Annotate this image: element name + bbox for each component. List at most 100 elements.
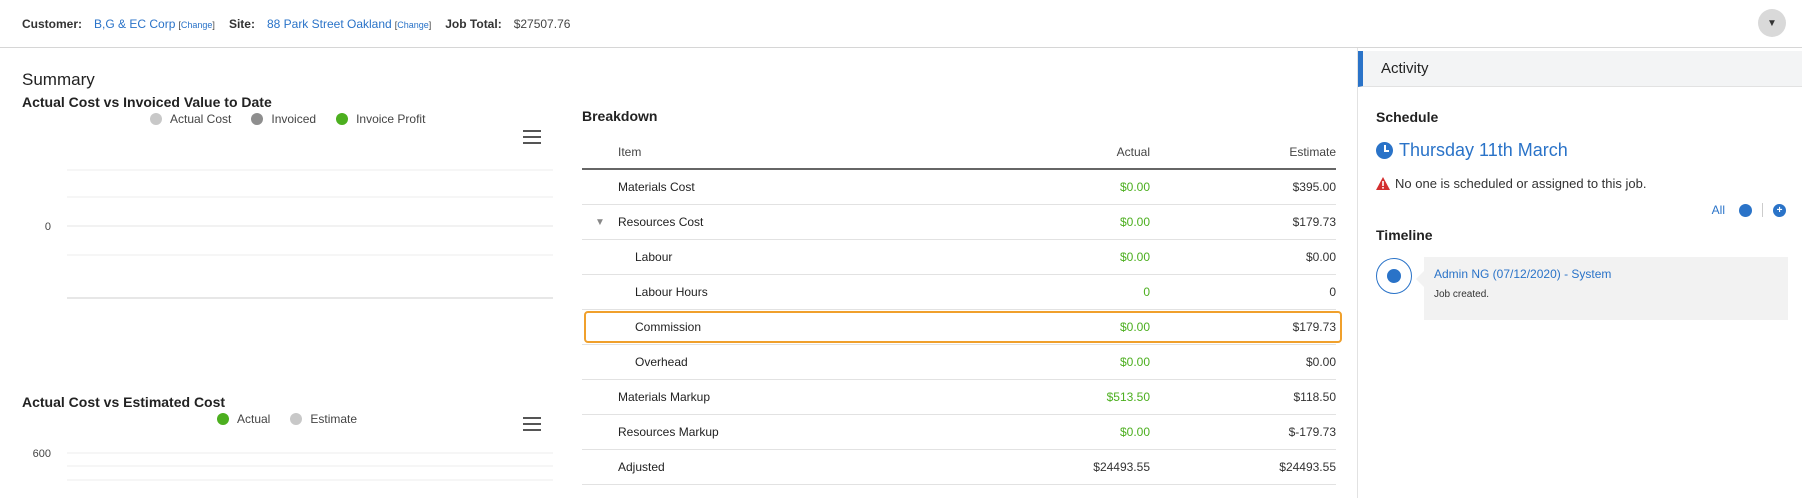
legend-dot-icon: [217, 413, 229, 425]
site-link[interactable]: 88 Park Street Oakland: [267, 17, 392, 31]
chart2-legend: Actual Estimate: [217, 412, 377, 426]
chart1-legend-item[interactable]: Actual Cost: [150, 112, 231, 126]
timeline-controls: All +: [1712, 203, 1786, 217]
chart1-legend-item[interactable]: Invoice Profit: [336, 112, 425, 126]
customer-link[interactable]: B,G & EC Corp: [94, 17, 175, 31]
breakdown-row[interactable]: Adjusted $24493.55 $24493.55: [582, 450, 1336, 485]
row-actual: $0.00: [1119, 250, 1150, 264]
row-estimate: $179.73: [1292, 215, 1336, 229]
chart1-legend: Actual Cost Invoiced Invoice Profit: [150, 112, 445, 126]
legend-dot-icon: [251, 113, 264, 125]
breakdown-row[interactable]: Materials Markup $513.50 $118.50: [582, 380, 1336, 415]
row-item: Commission: [635, 320, 702, 334]
schedule-warning-text: No one is scheduled or assigned to this …: [1395, 176, 1647, 191]
schedule-title: Schedule: [1376, 109, 1439, 125]
row-estimate: $-179.73: [1288, 425, 1336, 439]
header-estimate: Estimate: [1289, 145, 1336, 159]
header-item: Item: [618, 145, 642, 159]
customer-change-link[interactable]: Change: [181, 20, 213, 30]
breakdown-row[interactable]: Labour Hours 0 0: [582, 275, 1336, 310]
row-item: Resources Cost: [618, 215, 704, 229]
row-actual: $24493.55: [1093, 460, 1150, 474]
legend-label: Actual Cost: [170, 112, 232, 126]
row-actual: $513.50: [1106, 390, 1150, 404]
row-estimate: $118.50: [1293, 390, 1337, 404]
breakdown-row[interactable]: Labour $0.00 $0.00: [582, 240, 1336, 275]
chart2-legend-item[interactable]: Estimate: [290, 412, 357, 426]
row-actual: $0.00: [1119, 180, 1150, 194]
warning-icon: [1376, 177, 1390, 190]
row-actual: 0: [1143, 285, 1150, 299]
row-estimate: $0.00: [1305, 250, 1336, 264]
timeline-entry-icon: [1376, 258, 1412, 294]
row-estimate: $24493.55: [1279, 460, 1336, 474]
site-group: Site: 88 Park Street Oakland [Change]: [229, 17, 431, 31]
row-estimate: $395.00: [1292, 180, 1336, 194]
chart1-y-tick: 0: [45, 221, 51, 233]
legend-label: Estimate: [310, 412, 358, 426]
chart2-legend-item[interactable]: Actual: [217, 412, 270, 426]
summary-title: Summary: [22, 70, 95, 89]
breakdown-table: Item Actual Estimate Materials Cost $0.00…: [582, 136, 1342, 485]
job-header-bar: Customer: B,G & EC Corp [Change] Site: 8…: [0, 0, 1802, 48]
job-total-label: Job Total:: [445, 16, 502, 31]
chart2-plot: 600: [33, 448, 553, 481]
customer-change: [Change]: [178, 19, 215, 30]
legend-dot-icon: [290, 413, 303, 425]
row-actual: $0.00: [1119, 320, 1150, 334]
activity-panel: Activity Schedule Thursday 11th March No…: [1357, 48, 1802, 498]
schedule-date-link[interactable]: Thursday 11th March: [1376, 140, 1568, 161]
chevron-down-icon: ▼: [1767, 17, 1777, 29]
chart1-plot: 0: [45, 169, 553, 299]
breakdown-row[interactable]: ▼ Resources Cost $0.00 $179.73: [582, 205, 1336, 240]
chart2-title: Actual Cost vs Estimated Cost: [22, 394, 226, 410]
row-actual: $0.00: [1119, 355, 1150, 369]
row-actual: $0.00: [1119, 425, 1150, 439]
breakdown-header-row: Item Actual Estimate: [582, 136, 1336, 170]
site-change: [Change]: [394, 19, 432, 30]
row-estimate: $179.73: [1292, 320, 1336, 334]
breakdown-row[interactable]: Materials Cost $0.00 $395.00: [582, 170, 1336, 205]
legend-dot-icon: [150, 113, 162, 125]
timeline-entry-message: Job created.: [1434, 289, 1490, 300]
row-item: Labour: [635, 250, 673, 264]
row-item: Overhead: [635, 355, 688, 369]
row-estimate: 0: [1329, 285, 1336, 299]
chart2-y-tick: 600: [33, 448, 51, 460]
header-actual: Actual: [1116, 145, 1150, 159]
timeline-entry: Admin NG (07/12/2020) - System Job creat…: [1416, 257, 1788, 320]
activity-header: Activity: [1358, 51, 1802, 87]
site-label: Site:: [228, 16, 255, 31]
expand-menu-button[interactable]: ▼: [1758, 9, 1786, 37]
customer-group: Customer: B,G & EC Corp [Change]: [22, 17, 215, 31]
breakdown-row[interactable]: Commission $0.00 $179.73: [582, 310, 1342, 345]
breakdown-row[interactable]: Overhead $0.00 $0.00: [582, 345, 1336, 380]
timeline-entry-author[interactable]: Admin NG (07/12/2020) - System: [1434, 267, 1778, 281]
row-item: Labour Hours: [635, 285, 708, 299]
chart1-title: Actual Cost vs Invoiced Value to Date: [22, 94, 272, 110]
row-actual: $0.00: [1119, 215, 1150, 229]
chart2-menu-icon[interactable]: [523, 417, 541, 431]
add-timeline-icon[interactable]: +: [1773, 203, 1786, 217]
legend-dot-icon: [336, 113, 349, 125]
legend-label: Actual: [237, 412, 271, 426]
row-item: Materials Markup: [618, 390, 711, 404]
row-estimate: $0.00: [1305, 355, 1336, 369]
timeline-filter-all[interactable]: All: [1712, 203, 1725, 217]
row-item: Adjusted: [618, 460, 665, 474]
site-change-link[interactable]: Change: [397, 20, 429, 30]
timeline-filter-icon[interactable]: [1739, 203, 1752, 217]
job-total-group: Job Total: $27507.76: [445, 17, 570, 31]
legend-label: Invoice Profit: [356, 112, 426, 126]
timeline-title: Timeline: [1376, 227, 1433, 243]
schedule-warning: No one is scheduled or assigned to this …: [1376, 176, 1647, 191]
chart1-menu-icon[interactable]: [523, 130, 541, 144]
chart1-legend-item[interactable]: Invoiced: [251, 112, 316, 126]
clock-icon: [1376, 142, 1393, 159]
row-item: Resources Markup: [618, 425, 719, 439]
summary-panel: Summary Actual Cost vs Invoiced Value to…: [0, 48, 1357, 498]
breakdown-row[interactable]: Resources Markup $0.00 $-179.73: [582, 415, 1336, 450]
collapse-toggle-icon[interactable]: ▼: [582, 217, 618, 228]
row-item: Materials Cost: [618, 180, 695, 194]
customer-label: Customer:: [22, 16, 83, 31]
